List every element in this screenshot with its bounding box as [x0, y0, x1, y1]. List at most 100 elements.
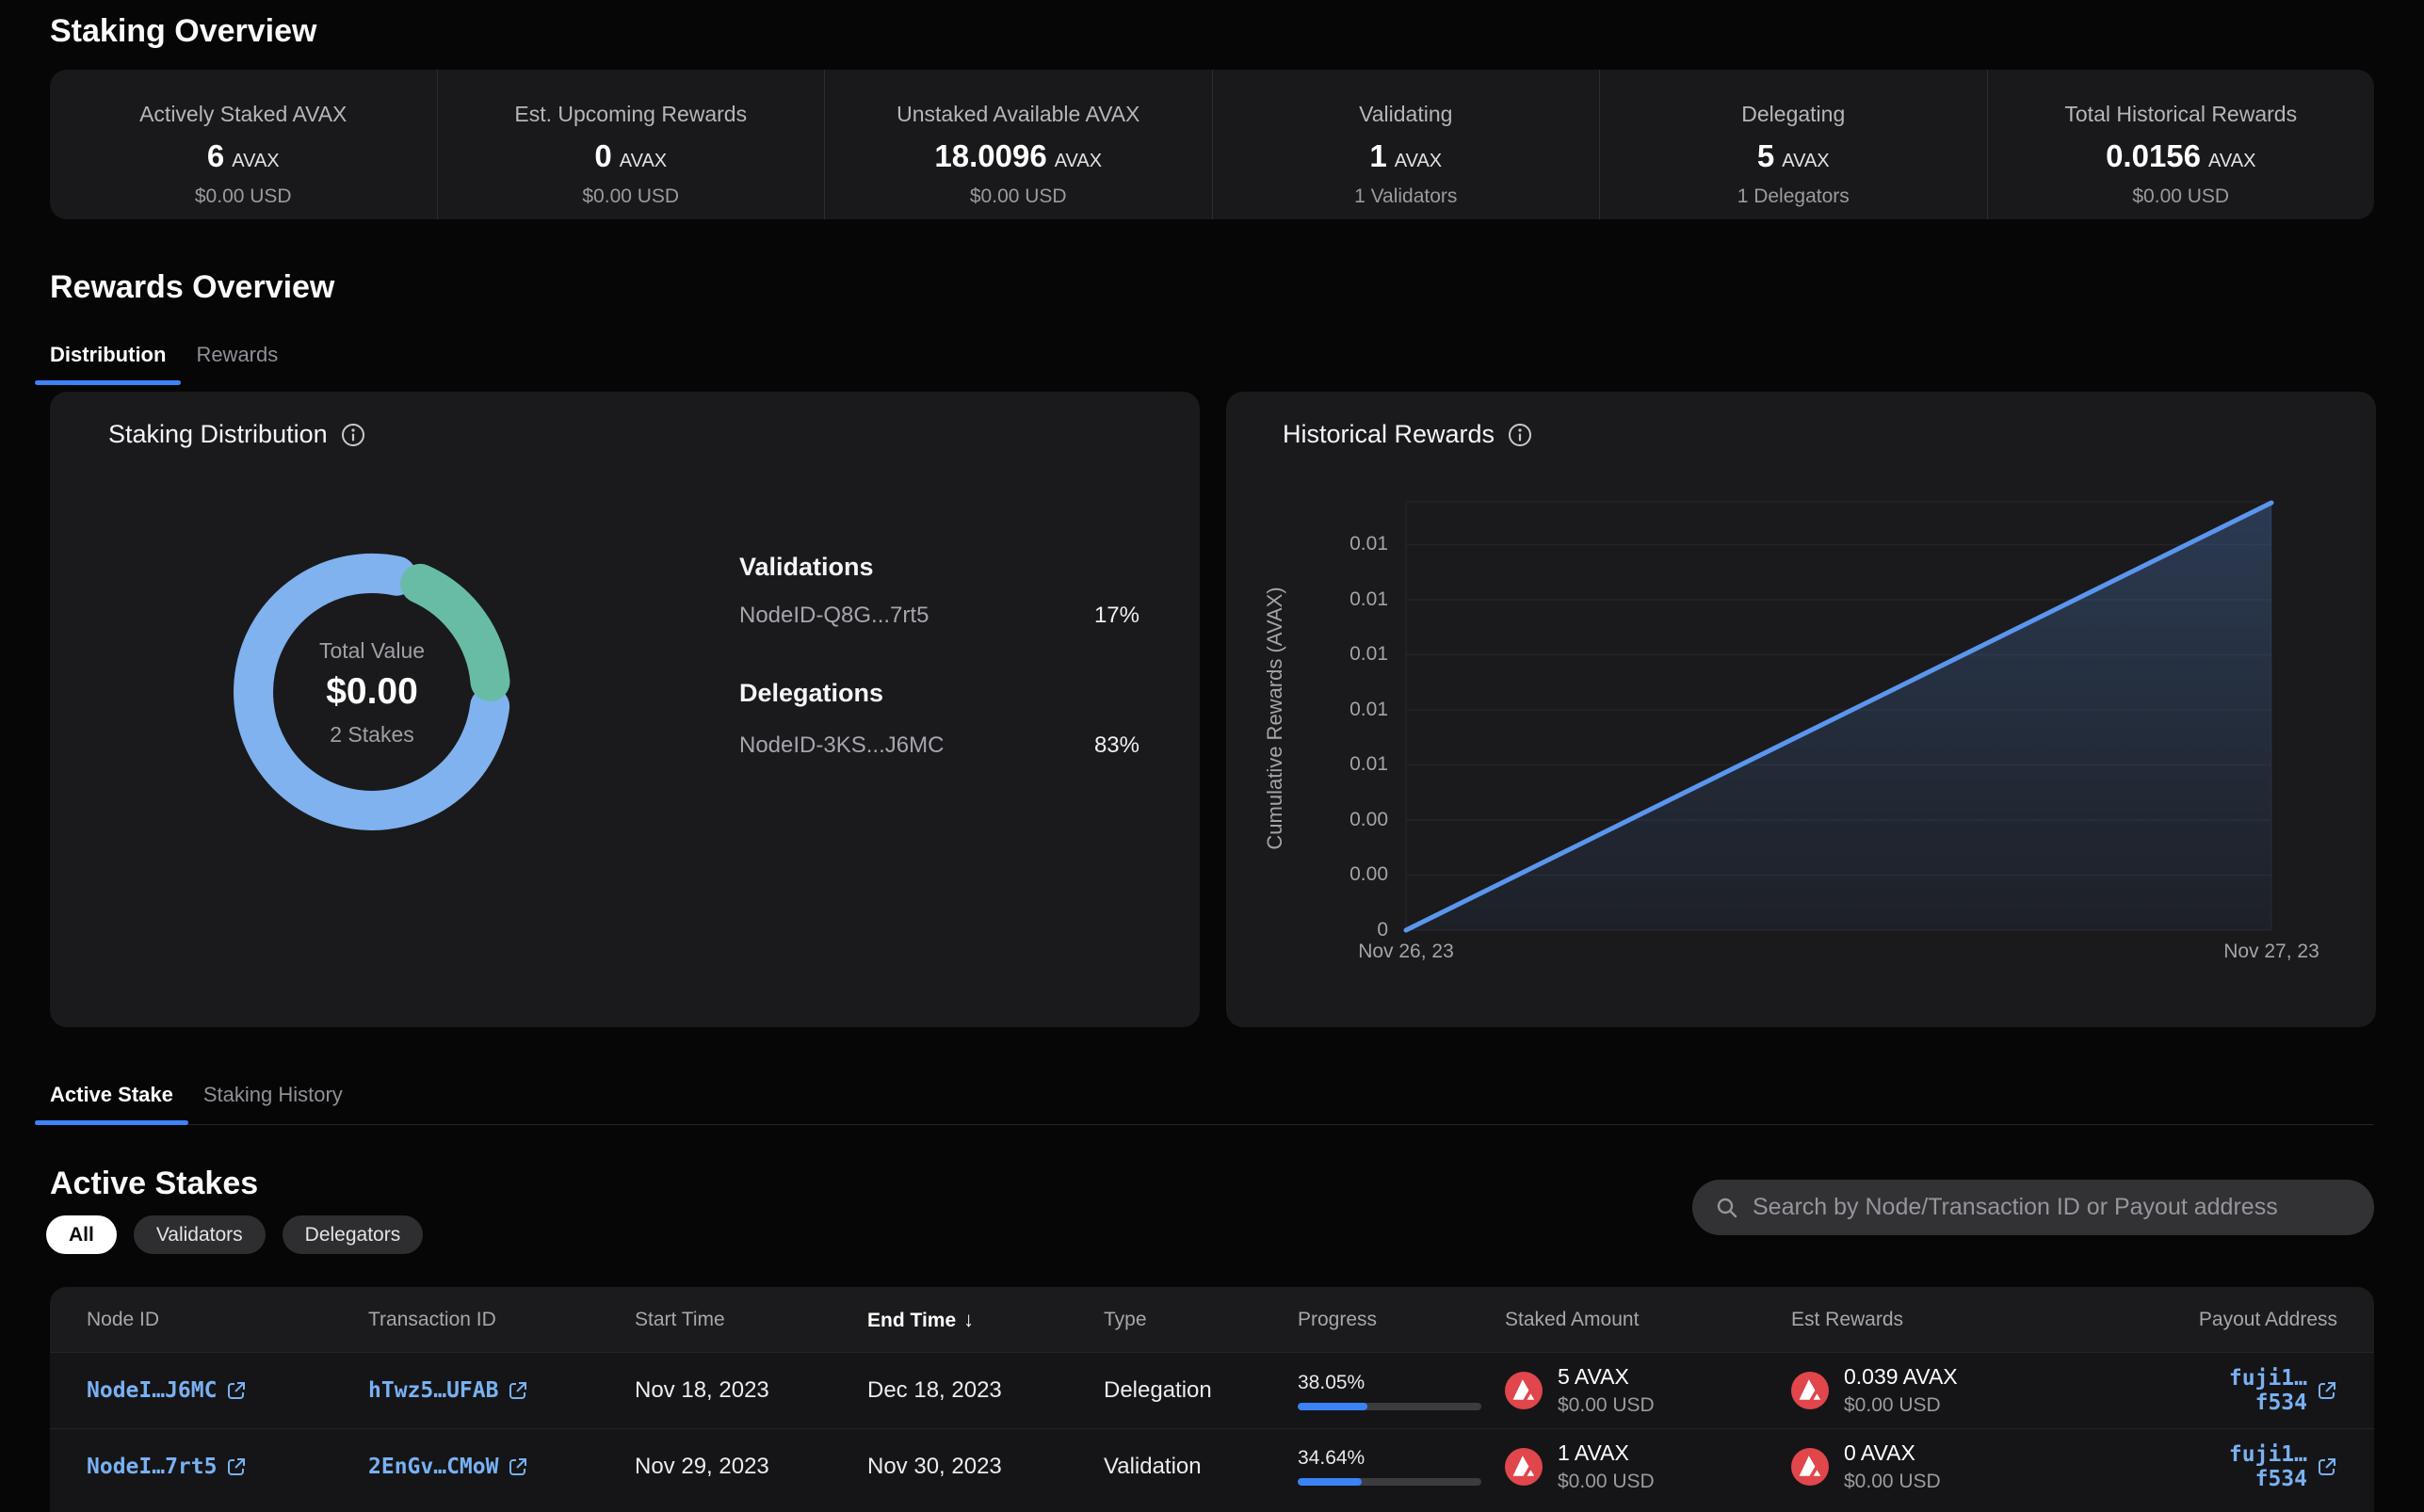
est-rewards-cell: 0.039 AVAX $0.00 USD: [1791, 1364, 2188, 1417]
end-time-cell: Dec 18, 2023: [867, 1377, 1104, 1404]
column-header-type[interactable]: Type: [1104, 1309, 1298, 1331]
delegations-header: Delegations: [739, 679, 1139, 708]
stat-label: Total Historical Rewards: [2064, 102, 2297, 127]
filter-validators-button[interactable]: Validators: [134, 1215, 266, 1254]
node-id-link[interactable]: NodeI…7rt5: [87, 1455, 247, 1479]
stat-value: 1: [1369, 138, 1386, 173]
search-input[interactable]: [1753, 1194, 2351, 1221]
donut-center-sub: 2 Stakes: [259, 722, 485, 748]
stat-unit: AVAX: [1055, 151, 1102, 171]
stat-sub: $0.00 USD: [582, 185, 679, 208]
filter-all-button[interactable]: All: [46, 1215, 117, 1254]
rewards-overview-tabs: Distribution Rewards: [35, 337, 293, 384]
historical-rewards-line-chart: [1226, 392, 2376, 1027]
end-time-cell: Nov 30, 2023: [867, 1454, 1104, 1480]
est-rewards-usd: $0.00 USD: [1844, 1394, 1958, 1417]
type-cell: Delegation: [1104, 1377, 1298, 1404]
validation-node-id: NodeID-Q8G...7rt5: [739, 603, 929, 629]
column-header-est-rewards[interactable]: Est Rewards: [1791, 1309, 2188, 1331]
stat-sub: 1 Delegators: [1737, 185, 1850, 208]
external-link-icon: [226, 1380, 247, 1401]
payout-address-link[interactable]: fuji1…f534: [2188, 1366, 2337, 1415]
filter-delegators-button[interactable]: Delegators: [283, 1215, 424, 1254]
avalanche-logo-icon: [1791, 1448, 1829, 1486]
staked-avax: 1 AVAX: [1558, 1440, 1655, 1466]
stat-upcoming-rewards: Est. Upcoming Rewards 0AVAX $0.00 USD: [437, 70, 825, 219]
progress-cell: 34.64%: [1298, 1447, 1505, 1486]
avalanche-logo-icon: [1505, 1372, 1543, 1409]
y-tick-label: 0.01: [1322, 643, 1388, 666]
historical-rewards-card: Historical Rewards Cumulative Rewards (A…: [1226, 392, 2376, 1027]
stat-label: Unstaked Available AVAX: [897, 102, 1139, 127]
tab-active-stake[interactable]: Active Stake: [35, 1077, 188, 1124]
staking-distribution-title: Staking Distribution: [108, 420, 328, 449]
delegation-percent: 83%: [1094, 732, 1139, 759]
table-row: NodeI…J6MC hTwz5…UFAB Nov 18, 2023 Dec 1…: [50, 1353, 2374, 1428]
tab-staking-history[interactable]: Staking History: [188, 1077, 358, 1124]
stat-sub: $0.00 USD: [2132, 185, 2229, 208]
donut-center-value: $0.00: [259, 671, 485, 713]
est-rewards-avax: 0 AVAX: [1844, 1440, 1941, 1466]
progress-bar: [1298, 1403, 1481, 1410]
stat-value: 0: [594, 138, 611, 173]
transaction-id-link[interactable]: hTwz5…UFAB: [368, 1378, 528, 1403]
staked-usd: $0.00 USD: [1558, 1394, 1655, 1417]
table-row: NodeI…7rt5 2EnGv…CMoW Nov 29, 2023 Nov 3…: [50, 1428, 2374, 1504]
external-link-icon: [2317, 1456, 2337, 1477]
column-header-payout-address[interactable]: Payout Address: [2188, 1309, 2337, 1331]
stat-label: Delegating: [1741, 102, 1845, 127]
staked-amount-cell: 1 AVAX $0.00 USD: [1505, 1440, 1791, 1493]
x-tick-label-end: Nov 27, 23: [2196, 941, 2347, 963]
external-link-icon: [508, 1456, 528, 1477]
transaction-id-link[interactable]: 2EnGv…CMoW: [368, 1455, 528, 1479]
stat-label: Validating: [1359, 102, 1452, 127]
stat-value: 0.0156: [2106, 138, 2201, 173]
y-tick-label: 0: [1322, 919, 1388, 941]
y-tick-label: 0.00: [1322, 863, 1388, 886]
external-link-icon: [2317, 1380, 2337, 1401]
stat-unit: AVAX: [2208, 151, 2255, 171]
stat-unit: AVAX: [232, 151, 279, 171]
active-stakes-title: Active Stakes: [50, 1166, 258, 1202]
stake-filters: All Validators Delegators: [46, 1215, 423, 1254]
stat-sub: $0.00 USD: [970, 185, 1067, 208]
progress-bar: [1298, 1478, 1481, 1486]
progress-percent: 38.05%: [1298, 1372, 1505, 1394]
stat-validating: Validating 1AVAX 1 Validators: [1212, 70, 1600, 219]
tab-distribution[interactable]: Distribution: [35, 337, 181, 384]
progress-percent: 34.64%: [1298, 1447, 1505, 1470]
payout-address-link[interactable]: fuji1…f534: [2188, 1442, 2337, 1491]
node-id-link[interactable]: NodeI…J6MC: [87, 1378, 247, 1403]
donut-center: Total Value $0.00 2 Stakes: [259, 638, 485, 748]
validations-header: Validations: [739, 553, 1139, 582]
column-header-end-time[interactable]: End Time↓: [867, 1308, 1104, 1332]
y-tick-label: 0.01: [1322, 533, 1388, 555]
progress-bar-fill: [1298, 1478, 1362, 1486]
progress-cell: 38.05%: [1298, 1372, 1505, 1410]
stat-unit: AVAX: [620, 151, 667, 171]
x-tick-label-start: Nov 26, 23: [1331, 941, 1481, 963]
y-tick-label: 0.01: [1322, 753, 1388, 776]
donut-center-label: Total Value: [259, 638, 485, 664]
stat-delegating: Delegating 5AVAX 1 Delegators: [1599, 70, 1987, 219]
column-header-staked-amount[interactable]: Staked Amount: [1505, 1309, 1791, 1331]
table-header-row: Node ID Transaction ID Start Time End Ti…: [50, 1287, 2374, 1353]
external-link-icon: [508, 1380, 528, 1401]
validations-legend-row: NodeID-Q8G...7rt5 17%: [739, 603, 1139, 629]
est-rewards-usd: $0.00 USD: [1844, 1471, 1941, 1493]
column-header-transaction-id[interactable]: Transaction ID: [368, 1309, 635, 1331]
avalanche-logo-icon: [1791, 1372, 1829, 1409]
column-header-start-time[interactable]: Start Time: [635, 1309, 867, 1331]
y-tick-label: 0.01: [1322, 588, 1388, 611]
est-rewards-avax: 0.039 AVAX: [1844, 1364, 1958, 1390]
column-header-progress[interactable]: Progress: [1298, 1309, 1505, 1331]
tab-rewards[interactable]: Rewards: [181, 337, 293, 384]
column-header-node-id[interactable]: Node ID: [87, 1309, 368, 1331]
stat-value: 18.0096: [934, 138, 1046, 173]
info-icon[interactable]: [341, 423, 365, 447]
delegations-legend-row: NodeID-3KS...J6MC 83%: [739, 732, 1139, 759]
stat-label: Actively Staked AVAX: [139, 102, 347, 127]
start-time-cell: Nov 29, 2023: [635, 1454, 867, 1480]
search-box: [1692, 1180, 2374, 1235]
external-link-icon: [226, 1456, 247, 1477]
